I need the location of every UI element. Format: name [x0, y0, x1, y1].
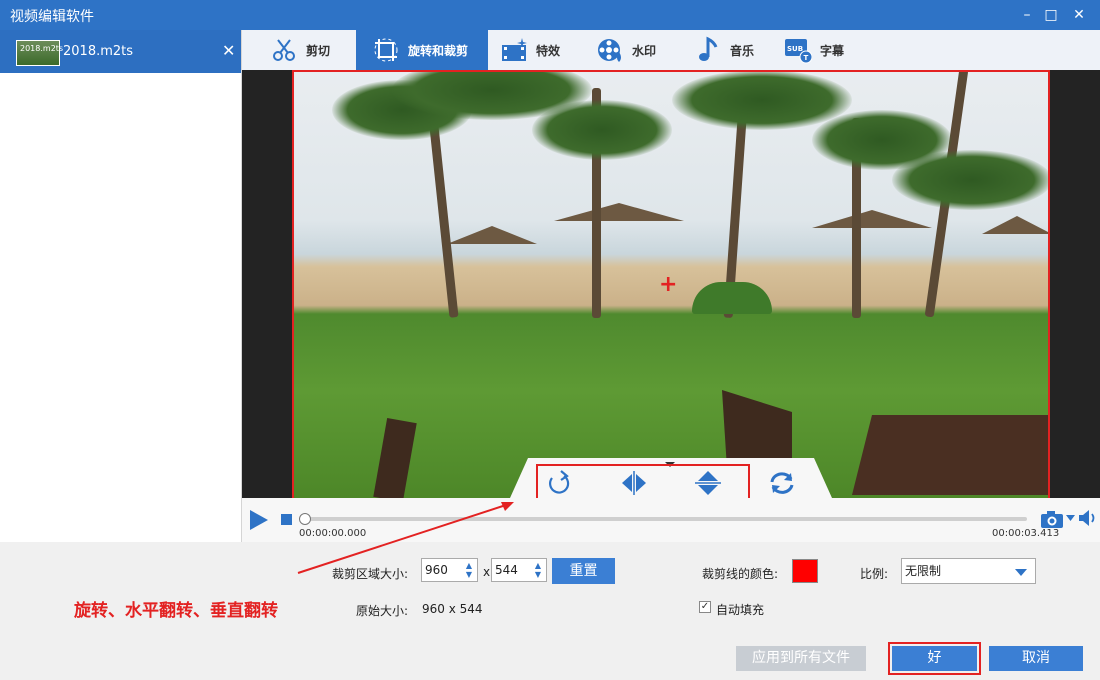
editor-tabs: 剪切 旋转和裁剪 特效 水印 音乐 SUB T 字幕 — [242, 30, 1100, 70]
reset-rotation-icon[interactable] — [764, 468, 800, 498]
svg-text:T: T — [804, 54, 809, 62]
tab-subtitle-label: 字幕 — [820, 43, 845, 58]
preview-area: + — [242, 70, 1100, 498]
original-size-label: 原始大小: — [356, 604, 409, 618]
file-name: 2018.m2ts — [63, 44, 134, 59]
crop-width-value: 960 — [425, 563, 448, 577]
crop-line-color-picker[interactable] — [792, 559, 818, 583]
minimize-button[interactable]: – — [1016, 4, 1038, 26]
beach-umbrella — [812, 210, 932, 228]
tab-cut-label: 剪切 — [306, 43, 331, 58]
autofill-checkbox[interactable]: ✓ — [699, 601, 711, 613]
timeline-track[interactable] — [302, 517, 1027, 521]
stop-icon[interactable] — [281, 514, 292, 525]
autofill-label: 自动填充 — [716, 603, 765, 617]
watermark-icon — [598, 39, 621, 62]
crop-line-color-label: 裁剪线的颜色: — [702, 567, 779, 581]
tab-effects-label: 特效 — [536, 43, 561, 58]
tab-music-label: 音乐 — [730, 43, 755, 58]
close-window-button[interactable]: ✕ — [1068, 4, 1090, 26]
rotate-clockwise-icon[interactable] — [542, 468, 578, 498]
tab-subtitle[interactable]: SUB T 字幕 — [784, 30, 844, 70]
width-stepper-icon[interactable]: ▲ ▼ — [464, 561, 474, 579]
flip-horizontal-icon[interactable] — [616, 468, 652, 498]
total-time: 00:00:03.413 — [992, 528, 1060, 539]
flip-vertical-icon[interactable] — [690, 468, 726, 498]
file-list-item[interactable]: 2018.m2ts 2018.m2ts ✕ — [0, 30, 241, 73]
camera-icon[interactable] — [1040, 509, 1064, 529]
ok-button[interactable]: 好 — [892, 646, 977, 671]
crop-center-cross-icon[interactable]: + — [659, 272, 677, 297]
wooden-table — [852, 415, 1048, 495]
crop-height-input[interactable]: 544 ▲ ▼ — [491, 558, 547, 582]
beach-umbrella — [447, 226, 537, 244]
palm-fronds — [892, 150, 1048, 210]
tab-music[interactable]: 音乐 — [694, 30, 754, 70]
crop-rotate-icon — [374, 38, 398, 62]
remove-file-icon[interactable]: ✕ — [222, 41, 235, 60]
tab-rotate-crop[interactable]: 旋转和裁剪 — [356, 30, 488, 70]
window-title: 视频编辑软件 — [10, 9, 94, 25]
apply-all-button[interactable]: 应用到所有文件 — [736, 646, 866, 671]
height-stepper-icon[interactable]: ▲ ▼ — [533, 561, 543, 579]
tab-watermark[interactable]: 水印 — [596, 30, 656, 70]
playback-bar: 00:00:00.000 00:00:03.413 — [242, 498, 1100, 542]
beach-umbrella — [982, 216, 1048, 234]
subtitle-icon: SUBT — [785, 39, 812, 64]
chevron-down-icon — [1015, 569, 1027, 576]
tab-effects[interactable]: 特效 — [500, 30, 560, 70]
tab-rotate-crop-label: 旋转和裁剪 — [408, 43, 469, 58]
crop-settings-panel: 裁剪区域大小: 960 ▲ ▼ x 544 ▲ ▼ 重置 原始大小: 960 x 5… — [0, 542, 1100, 680]
beach-umbrella — [554, 203, 684, 221]
wooden-chair — [373, 418, 417, 498]
effects-icon — [502, 38, 527, 61]
shrub — [692, 282, 772, 314]
svg-text:SUB: SUB — [787, 45, 803, 53]
maximize-button[interactable]: □ — [1040, 4, 1062, 26]
volume-icon[interactable] — [1078, 509, 1098, 527]
reset-button[interactable]: 重置 — [552, 558, 615, 584]
original-size-value: 960 x 544 — [422, 602, 483, 616]
file-list: 2018.m2ts 2018.m2ts ✕ — [0, 30, 242, 542]
music-note-icon — [699, 36, 718, 61]
crop-width-input[interactable]: 960 ▲ ▼ — [421, 558, 478, 582]
tab-cut[interactable]: 剪切 — [270, 30, 330, 70]
crop-area-label: 裁剪区域大小: — [332, 567, 409, 581]
palm-fronds — [532, 100, 672, 160]
thumbnail-caption: 2018.m2ts — [20, 44, 64, 53]
ratio-selected-value: 无限制 — [905, 564, 942, 578]
cancel-button[interactable]: 取消 — [989, 646, 1083, 671]
size-separator: x — [483, 565, 491, 579]
tab-watermark-label: 水印 — [632, 43, 657, 58]
crop-height-value: 544 — [495, 563, 518, 577]
current-time: 00:00:00.000 — [299, 528, 367, 539]
ratio-select[interactable]: 无限制 — [901, 558, 1036, 584]
tools-annotation: 旋转、水平翻转、垂直翻转 — [74, 601, 278, 621]
timeline-handle[interactable] — [299, 513, 311, 525]
play-icon[interactable] — [250, 510, 268, 530]
scissors-icon — [273, 39, 295, 61]
title-bar: 视频编辑软件 – □ ✕ — [0, 0, 1100, 30]
video-thumbnail: 2018.m2ts — [16, 40, 64, 66]
snapshot-dropdown-icon[interactable] — [1066, 515, 1075, 523]
ratio-label: 比例: — [860, 567, 889, 581]
